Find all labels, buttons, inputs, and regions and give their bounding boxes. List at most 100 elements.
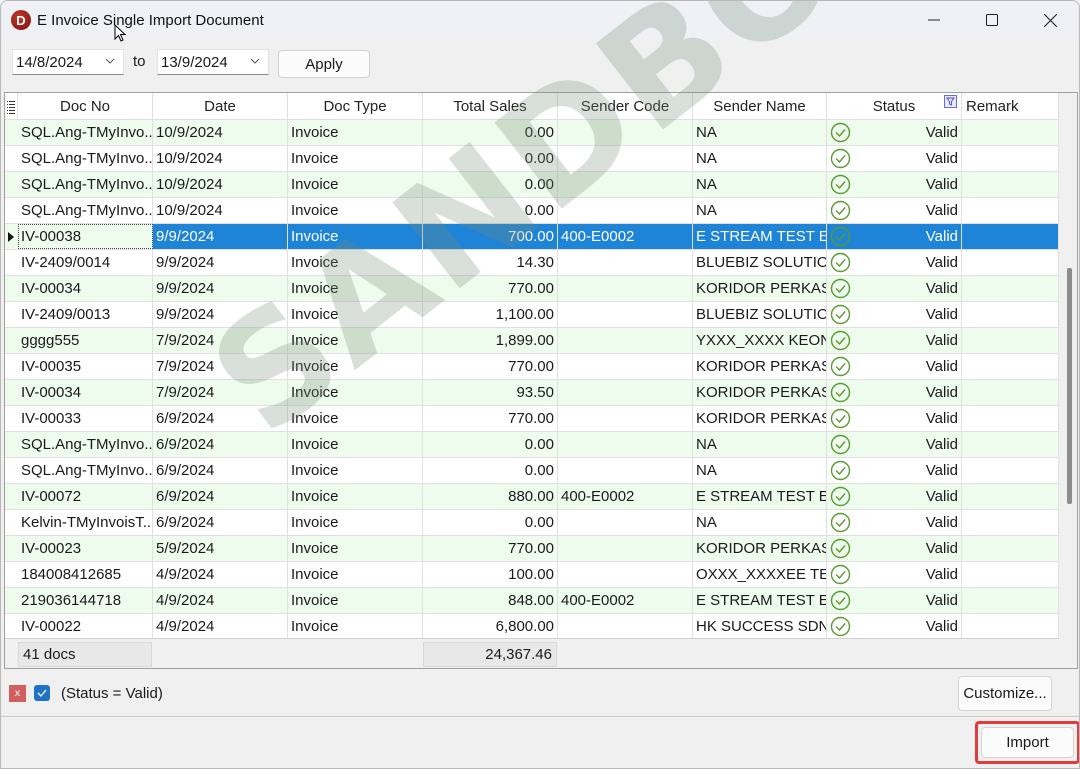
- table-row[interactable]: 219036144718 4/9/2024 Invoice 848.00 400-E00…: [5, 588, 1059, 614]
- column-header-sender-code[interactable]: Sender Code: [558, 93, 693, 120]
- clear-filter-button[interactable]: x: [9, 685, 26, 702]
- vertical-scrollbar[interactable]: [1061, 93, 1077, 638]
- cell-doc-type[interactable]: Invoice: [288, 510, 423, 535]
- cell-date[interactable]: 9/9/2024: [153, 276, 288, 301]
- filter-active-icon[interactable]: [944, 95, 957, 108]
- table-row[interactable]: IV-00023 5/9/2024 Invoice 770.00 KORIDOR PER…: [5, 536, 1059, 562]
- cell-doc-no[interactable]: 184008412685: [18, 562, 153, 587]
- cell-total-sales[interactable]: 100.00: [423, 562, 558, 587]
- cell-doc-type[interactable]: Invoice: [288, 328, 423, 353]
- cell-date[interactable]: 10/9/2024: [153, 198, 288, 223]
- cell-doc-no[interactable]: IV-00022: [18, 614, 153, 639]
- cell-sender-code[interactable]: [558, 146, 693, 171]
- cell-total-sales[interactable]: 770.00: [423, 276, 558, 301]
- cell-remark[interactable]: [962, 380, 1059, 405]
- cell-date[interactable]: 6/9/2024: [153, 484, 288, 509]
- cell-doc-no[interactable]: IV-00023: [18, 536, 153, 561]
- cell-sender-name[interactable]: KORIDOR PERKAS...: [693, 354, 827, 379]
- cell-total-sales[interactable]: 770.00: [423, 354, 558, 379]
- table-row[interactable]: IV-2409/0014 9/9/2024 Invoice 14.30 BLUEBIZ …: [5, 250, 1059, 276]
- cell-sender-code[interactable]: [558, 406, 693, 431]
- cell-total-sales[interactable]: 0.00: [423, 458, 558, 483]
- table-row[interactable]: IV-00033 6/9/2024 Invoice 770.00 KORIDOR PER…: [5, 406, 1059, 432]
- cell-doc-no[interactable]: gggg555: [18, 328, 153, 353]
- cell-doc-type[interactable]: Invoice: [288, 172, 423, 197]
- table-row[interactable]: SQL.Ang-TMyInvo... 6/9/2024 Invoice 0.00 NA V…: [5, 458, 1059, 484]
- cell-sender-name[interactable]: NA: [693, 172, 827, 197]
- cell-doc-no[interactable]: IV-00035: [18, 354, 153, 379]
- cell-date[interactable]: 7/9/2024: [153, 380, 288, 405]
- cell-doc-no[interactable]: SQL.Ang-TMyInvo...: [18, 432, 153, 457]
- cell-sender-code[interactable]: [558, 328, 693, 353]
- customize-filter-button[interactable]: Customize...: [958, 676, 1052, 711]
- table-row[interactable]: IV-00022 4/9/2024 Invoice 6,800.00 HK SUCCES…: [5, 614, 1059, 640]
- column-header-status[interactable]: Status: [827, 93, 962, 120]
- cell-date[interactable]: 5/9/2024: [153, 536, 288, 561]
- cell-doc-no[interactable]: IV-00034: [18, 380, 153, 405]
- cell-doc-no[interactable]: Kelvin-TMyInvoisT...: [18, 510, 153, 535]
- column-header-remark[interactable]: Remark: [962, 93, 1059, 120]
- cell-date[interactable]: 9/9/2024: [153, 250, 288, 275]
- cell-sender-code[interactable]: [558, 354, 693, 379]
- cell-total-sales[interactable]: 0.00: [423, 146, 558, 171]
- cell-sender-name[interactable]: NA: [693, 198, 827, 223]
- cell-doc-type[interactable]: Invoice: [288, 614, 423, 639]
- cell-doc-no[interactable]: SQL.Ang-TMyInvo...: [18, 458, 153, 483]
- cell-doc-type[interactable]: Invoice: [288, 458, 423, 483]
- column-header-sender-name[interactable]: Sender Name: [693, 93, 827, 120]
- filter-enabled-checkbox[interactable]: [34, 685, 50, 701]
- cell-sender-code[interactable]: [558, 510, 693, 535]
- cell-total-sales[interactable]: 14.30: [423, 250, 558, 275]
- cell-total-sales[interactable]: 0.00: [423, 120, 558, 145]
- table-row[interactable]: SQL.Ang-TMyInvo... 6/9/2024 Invoice 0.00 NA V…: [5, 432, 1059, 458]
- cell-date[interactable]: 6/9/2024: [153, 510, 288, 535]
- cell-status[interactable]: Valid: [827, 354, 962, 379]
- cell-date[interactable]: 9/9/2024: [153, 302, 288, 327]
- cell-status[interactable]: Valid: [827, 146, 962, 171]
- cell-total-sales[interactable]: 770.00: [423, 406, 558, 431]
- cell-doc-type[interactable]: Invoice: [288, 406, 423, 431]
- table-row[interactable]: IV-2409/0013 9/9/2024 Invoice 1,100.00 BLUEB…: [5, 302, 1059, 328]
- table-row[interactable]: IV-00034 9/9/2024 Invoice 770.00 KORIDOR PER…: [5, 276, 1059, 302]
- cell-sender-code[interactable]: 400-E0002: [558, 588, 693, 613]
- cell-date[interactable]: 6/9/2024: [153, 406, 288, 431]
- cell-sender-code[interactable]: 400-E0002: [558, 484, 693, 509]
- cell-doc-no[interactable]: IV-2409/0013: [18, 302, 153, 327]
- column-chooser-button[interactable]: [5, 93, 18, 120]
- cell-sender-code[interactable]: [558, 276, 693, 301]
- cell-sender-code[interactable]: [558, 380, 693, 405]
- cell-date[interactable]: 9/9/2024: [153, 224, 288, 249]
- cell-doc-type[interactable]: Invoice: [288, 224, 423, 249]
- cell-remark[interactable]: [962, 614, 1059, 639]
- table-row[interactable]: IV-00072 6/9/2024 Invoice 880.00 400-E0002 E …: [5, 484, 1059, 510]
- cell-doc-no[interactable]: IV-00033: [18, 406, 153, 431]
- date-to-picker[interactable]: 13/9/2024: [157, 49, 269, 75]
- cell-date[interactable]: 10/9/2024: [153, 120, 288, 145]
- cell-total-sales[interactable]: 1,899.00: [423, 328, 558, 353]
- cell-remark[interactable]: [962, 406, 1059, 431]
- cell-remark[interactable]: [962, 588, 1059, 613]
- date-from-picker[interactable]: 14/8/2024: [12, 49, 124, 75]
- table-row[interactable]: IV-00038 9/9/2024 Invoice 700.00 400-E0002 E …: [5, 224, 1059, 250]
- cell-status[interactable]: Valid: [827, 458, 962, 483]
- cell-doc-no[interactable]: IV-00072: [18, 484, 153, 509]
- cell-doc-type[interactable]: Invoice: [288, 536, 423, 561]
- cell-sender-code[interactable]: [558, 198, 693, 223]
- cell-status[interactable]: Valid: [827, 484, 962, 509]
- scrollbar-thumb[interactable]: [1067, 268, 1072, 504]
- cell-sender-name[interactable]: KORIDOR PERKAS...: [693, 536, 827, 561]
- cell-status[interactable]: Valid: [827, 276, 962, 301]
- cell-date[interactable]: 7/9/2024: [153, 354, 288, 379]
- cell-sender-name[interactable]: NA: [693, 458, 827, 483]
- cell-doc-type[interactable]: Invoice: [288, 432, 423, 457]
- cell-date[interactable]: 6/9/2024: [153, 432, 288, 457]
- apply-button[interactable]: Apply: [278, 50, 370, 78]
- cell-status[interactable]: Valid: [827, 406, 962, 431]
- cell-remark[interactable]: [962, 562, 1059, 587]
- cell-date[interactable]: 7/9/2024: [153, 328, 288, 353]
- import-button[interactable]: Import: [981, 727, 1074, 758]
- cell-total-sales[interactable]: 0.00: [423, 198, 558, 223]
- cell-status[interactable]: Valid: [827, 172, 962, 197]
- cell-total-sales[interactable]: 6,800.00: [423, 614, 558, 639]
- cell-remark[interactable]: [962, 328, 1059, 353]
